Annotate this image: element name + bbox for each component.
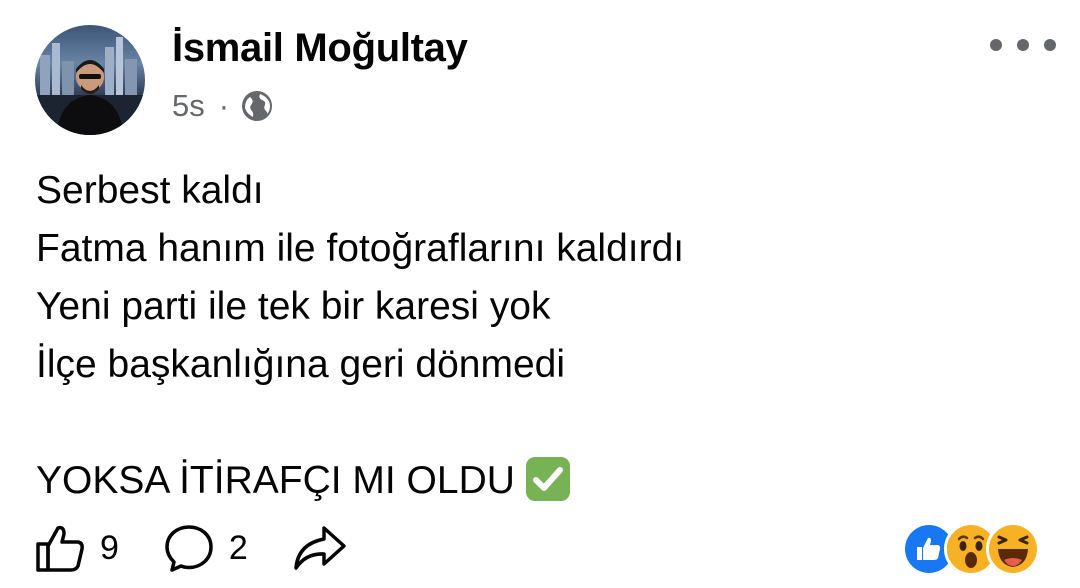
like-count: 9 bbox=[100, 528, 119, 567]
post-actions: 9 2 bbox=[34, 518, 392, 578]
post-line: YOKSA İTİRAFÇI MI OLDU bbox=[36, 459, 515, 502]
comment-button[interactable]: 2 bbox=[163, 522, 248, 574]
profile-photo bbox=[35, 37, 145, 135]
post-meta: 5s · bbox=[172, 88, 273, 124]
comment-bubble-icon bbox=[163, 522, 215, 574]
post-body: Serbest kaldı Fatma hanım ile fotoğrafla… bbox=[36, 162, 684, 510]
haha-reaction-icon bbox=[986, 522, 1040, 576]
meta-separator: · bbox=[218, 88, 230, 123]
more-options-button[interactable] bbox=[990, 30, 1056, 60]
more-dot-icon bbox=[990, 39, 1002, 51]
more-dot-icon bbox=[1017, 39, 1029, 51]
like-button[interactable]: 9 bbox=[34, 522, 119, 574]
post-line-empty bbox=[36, 394, 684, 452]
post-line: Serbest kaldı bbox=[36, 169, 264, 212]
reaction-summary[interactable] bbox=[902, 522, 1040, 576]
author-name[interactable]: İsmail Moğultay bbox=[172, 26, 468, 71]
facebook-post: İsmail Moğultay 5s · Serbest kaldı Fatma… bbox=[0, 0, 1080, 588]
post-timestamp[interactable]: 5s bbox=[172, 88, 205, 124]
post-line-last: YOKSA İTİRAFÇI MI OLDU bbox=[36, 452, 684, 510]
share-arrow-icon bbox=[292, 522, 348, 574]
post-line: Yeni parti ile tek bir karesi yok bbox=[36, 285, 551, 328]
share-button[interactable] bbox=[292, 522, 348, 574]
globe-icon[interactable] bbox=[241, 90, 273, 122]
comment-count: 2 bbox=[228, 528, 248, 567]
avatar[interactable] bbox=[35, 25, 145, 135]
thumbs-up-outline-icon bbox=[34, 522, 86, 574]
check-mark-button-icon bbox=[525, 456, 571, 502]
post-line: Fatma hanım ile fotoğraflarını kaldırdı bbox=[36, 227, 685, 270]
post-line: İlçe başkanlığına geri dönmedi bbox=[36, 343, 565, 386]
more-dot-icon bbox=[1044, 39, 1056, 51]
